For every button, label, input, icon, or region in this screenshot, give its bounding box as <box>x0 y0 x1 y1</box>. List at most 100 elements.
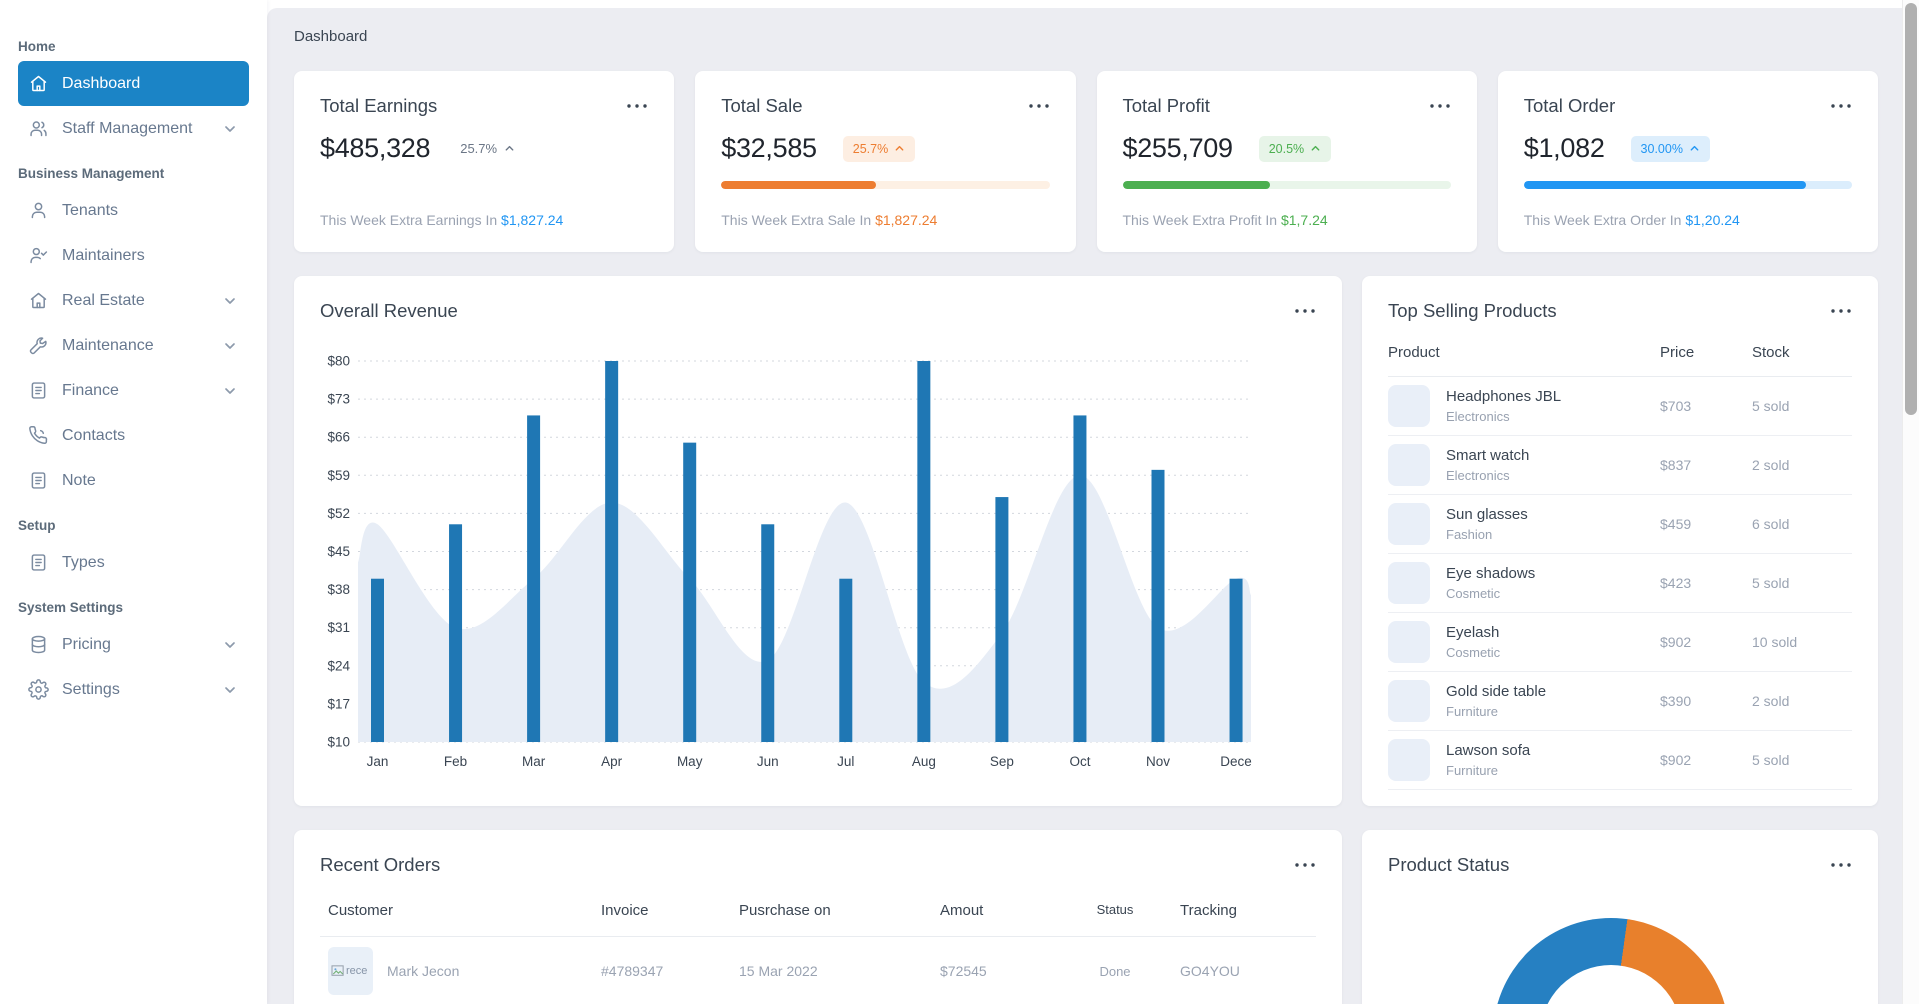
card-menu-button[interactable] <box>1028 102 1050 110</box>
product-name: Smart watch <box>1446 447 1530 464</box>
svg-text:$38: $38 <box>327 582 350 597</box>
card-total-order: Total Order $1,082 30.00% This Week Extr… <box>1497 71 1878 252</box>
card-menu-button[interactable] <box>1830 102 1852 110</box>
recent-orders-panel: Recent Orders Customer Invoice Pusrchase… <box>294 830 1342 1004</box>
svg-text:Nov: Nov <box>1146 754 1170 769</box>
overall-revenue-panel: Overall Revenue $10 $17 $24 $31 $38 $45 $52 $59… <box>294 276 1342 806</box>
scrollbar-thumb[interactable] <box>1905 3 1917 415</box>
phone-icon <box>28 425 49 446</box>
avatar-alt-text: rece <box>346 965 368 977</box>
sidebar-item-staff-management[interactable]: Staff Management <box>18 106 249 151</box>
product-category: Electronics <box>1446 409 1510 424</box>
table-row[interactable]: Lawson sofa Furniture $902 5 sold <box>1388 731 1852 790</box>
table-row[interactable]: Smart watch Electronics $837 2 sold <box>1388 436 1852 495</box>
svg-text:$59: $59 <box>327 468 350 483</box>
product-stock: 2 sold <box>1752 693 1790 709</box>
sidebar-item-settings[interactable]: Settings <box>18 667 249 712</box>
product-category: Cosmetic <box>1446 586 1501 601</box>
sidebar-item-note[interactable]: Note <box>18 458 249 503</box>
sidebar-item-dashboard[interactable]: Dashboard <box>18 61 249 106</box>
product-name: Eye shadows <box>1446 565 1536 582</box>
sidebar-item-maintainers[interactable]: Maintainers <box>18 233 249 278</box>
caret-up-icon <box>504 143 515 154</box>
table-row[interactable]: rece Mark Jecon #4789347 15 Mar 2022 $72… <box>320 937 1316 1004</box>
orders-table-header: Customer Invoice Pusrchase on Amout Stat… <box>320 902 1316 937</box>
product-category: Furniture <box>1446 704 1499 719</box>
customer-name: Mark Jecon <box>387 963 460 979</box>
sidebar-item-label: Pricing <box>62 635 111 653</box>
sidebar-item-tenants[interactable]: Tenants <box>18 188 249 233</box>
product-stock: 5 sold <box>1752 752 1790 768</box>
product-stock: 6 sold <box>1752 516 1790 532</box>
chevron-down-icon <box>223 384 237 398</box>
svg-text:Aug: Aug <box>912 754 936 769</box>
svg-text:$52: $52 <box>327 506 350 521</box>
card-title: Total Sale <box>721 95 803 116</box>
sidebar-item-finance[interactable]: Finance <box>18 368 249 413</box>
product-name: Headphones JBL <box>1446 388 1562 405</box>
revenue-bar-chart: $10 $17 $24 $31 $38 $45 $52 $59 $66 $73 $80 Jan Feb M… <box>320 334 1316 779</box>
card-title: Total Earnings <box>320 95 438 116</box>
stat-cards-row: Total Earnings $485,328 25.7% This Week … <box>294 71 1878 252</box>
footer-amount: $1,7.24 <box>1280 212 1328 228</box>
card-value: $1,082 <box>1523 133 1605 163</box>
product-category: Furniture <box>1446 763 1499 778</box>
svg-text:Dece: Dece <box>1220 754 1252 769</box>
caret-up-icon <box>1689 143 1700 154</box>
sidebar-item-maintenance[interactable]: Maintenance <box>18 323 249 368</box>
wrench-icon <box>28 335 49 356</box>
product-price: $902 <box>1660 752 1692 768</box>
card-total-profit: Total Profit $255,709 20.5% This Week Ex… <box>1096 71 1477 252</box>
panel-title: Top Selling Products <box>1388 300 1557 321</box>
panel-title: Product Status <box>1388 854 1510 875</box>
sidebar-item-label: Finance <box>62 381 119 399</box>
panel-menu-button[interactable] <box>1830 861 1852 869</box>
panel-menu-button[interactable] <box>1294 861 1316 869</box>
table-row[interactable]: Gold side table Furniture $390 2 sold <box>1388 672 1852 731</box>
card-menu-button[interactable] <box>1429 102 1451 110</box>
sidebar-item-label: Settings <box>62 680 120 698</box>
product-stock: 5 sold <box>1752 398 1790 414</box>
card-value: $485,328 <box>320 133 431 163</box>
sidebar-item-real-estate[interactable]: Real Estate <box>18 278 249 323</box>
svg-text:Jul: Jul <box>837 754 854 769</box>
product-stock: 5 sold <box>1752 575 1790 591</box>
product-thumbnail <box>1388 385 1430 427</box>
progress-track <box>1122 181 1451 189</box>
sidebar-item-label: Staff Management <box>62 119 193 137</box>
order-tracking: GO4YOU <box>1180 963 1240 979</box>
order-status: Done <box>1099 963 1131 979</box>
product-price: $837 <box>1660 457 1692 473</box>
footer-amount: $1,20.24 <box>1685 212 1740 228</box>
top-selling-products-panel: Top Selling Products Product Price Stock… <box>1362 276 1878 806</box>
progress-track <box>1523 181 1852 189</box>
card-title: Total Order <box>1523 95 1616 116</box>
product-thumbnail <box>1388 739 1430 781</box>
svg-text:$73: $73 <box>327 392 350 407</box>
product-name: Lawson sofa <box>1446 742 1531 759</box>
page-scrollbar <box>1902 0 1919 1004</box>
table-row[interactable]: Headphones JBL Electronics $703 5 sold <box>1388 377 1852 436</box>
product-stock: 10 sold <box>1752 634 1798 650</box>
sidebar-item-pricing[interactable]: Pricing <box>18 622 249 667</box>
svg-text:$66: $66 <box>327 430 350 445</box>
product-category: Cosmetic <box>1446 645 1501 660</box>
sidebar-item-label: Real Estate <box>62 291 145 309</box>
product-thumbnail <box>1388 562 1430 604</box>
panel-menu-button[interactable] <box>1830 307 1852 315</box>
chevron-down-icon <box>223 122 237 136</box>
svg-text:May: May <box>677 754 703 769</box>
caret-up-icon <box>1310 143 1321 154</box>
table-row[interactable]: Eye shadows Cosmetic $423 5 sold <box>1388 554 1852 613</box>
sidebar-item-label: Maintenance <box>62 336 154 354</box>
sidebar-item-types[interactable]: Types <box>18 540 249 585</box>
table-row[interactable]: Eyelash Cosmetic $902 10 sold <box>1388 613 1852 672</box>
card-footer: This Week Extra Sale In $1,827.24 <box>721 212 938 228</box>
card-footer: This Week Extra Profit In $1,7.24 <box>1122 212 1328 228</box>
sidebar-item-contacts[interactable]: Contacts <box>18 413 249 458</box>
sidebar-item-label: Contacts <box>62 426 126 444</box>
table-row[interactable]: Sun glasses Fashion $459 6 sold <box>1388 495 1852 554</box>
panel-menu-button[interactable] <box>1294 307 1316 315</box>
card-menu-button[interactable] <box>626 102 648 110</box>
sidebar-item-label: Maintainers <box>62 246 145 264</box>
